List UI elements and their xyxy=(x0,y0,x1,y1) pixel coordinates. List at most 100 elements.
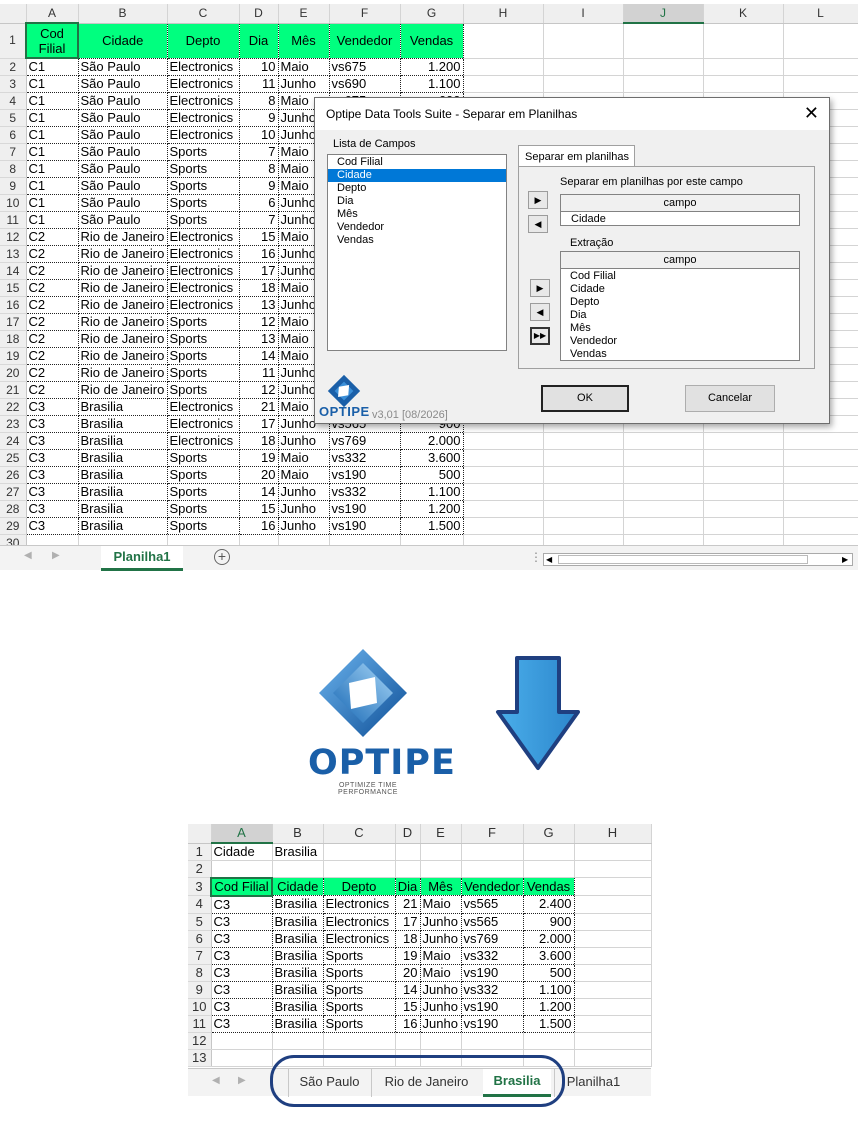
data-cell[interactable]: 8 xyxy=(238,92,279,110)
data-cell[interactable]: Brasilia xyxy=(271,929,324,948)
data-cell[interactable]: 1.200 xyxy=(522,997,575,1016)
data-cell[interactable]: Sports xyxy=(322,980,396,999)
header-cell-mes[interactable]: Mês xyxy=(277,22,330,59)
scrollbar-left-icon[interactable]: ◀ xyxy=(546,554,552,565)
data-cell[interactable]: Junho xyxy=(419,912,462,931)
column-header-c[interactable]: C xyxy=(167,4,240,24)
tab-splitter[interactable]: ⋮ xyxy=(530,550,542,564)
data-cell[interactable]: 3.600 xyxy=(522,946,575,965)
add-extract-field-button[interactable]: ▶ xyxy=(530,279,550,297)
data-cell[interactable]: C1 xyxy=(25,57,79,76)
empty-cell[interactable] xyxy=(463,466,544,484)
data-cell[interactable]: Junho xyxy=(419,929,462,948)
field-list-item[interactable]: Depto xyxy=(328,182,506,195)
data-cell[interactable]: Rio de Janeiro xyxy=(77,347,168,365)
data-cell[interactable]: Maio xyxy=(419,895,462,914)
empty-cell[interactable] xyxy=(523,843,575,861)
extract-list-item[interactable]: Vendas xyxy=(561,348,799,361)
empty-cell[interactable] xyxy=(623,58,704,76)
data-cell[interactable]: 1.100 xyxy=(522,980,575,999)
data-cell[interactable]: Electronics xyxy=(166,126,240,144)
data-cell[interactable]: C1 xyxy=(25,126,79,144)
empty-cell[interactable] xyxy=(783,75,858,93)
row-number[interactable]: 1 xyxy=(188,843,212,861)
data-cell[interactable]: Brasilia xyxy=(271,997,324,1016)
empty-cell[interactable] xyxy=(211,860,273,878)
column-header-f[interactable]: F xyxy=(461,824,524,844)
empty-cell[interactable] xyxy=(623,517,704,535)
empty-cell[interactable] xyxy=(463,432,544,450)
column-header-j[interactable]: J xyxy=(623,4,704,24)
header-cell-dia[interactable]: Dia xyxy=(238,22,279,59)
empty-cell[interactable] xyxy=(623,449,704,467)
empty-cell[interactable] xyxy=(272,860,324,878)
data-cell[interactable]: vs769 xyxy=(328,432,401,450)
empty-cell[interactable] xyxy=(623,432,704,450)
select-all-corner[interactable] xyxy=(0,4,27,24)
extract-list-item[interactable]: Depto xyxy=(561,296,799,309)
row-number[interactable]: 11 xyxy=(188,1015,212,1033)
column-header-d[interactable]: D xyxy=(395,824,421,844)
data-cell[interactable]: 21 xyxy=(238,398,279,416)
data-cell[interactable]: 9 xyxy=(238,109,279,127)
data-cell[interactable]: Junho xyxy=(419,1014,462,1033)
column-header-f[interactable]: F xyxy=(329,4,401,24)
header-cell-depto[interactable]: Depto xyxy=(166,22,240,59)
data-cell[interactable]: C3 xyxy=(210,997,273,1016)
row-number[interactable]: 6 xyxy=(0,126,27,144)
data-cell[interactable]: Sports xyxy=(166,364,240,382)
data-cell[interactable]: 1.100 xyxy=(399,483,464,501)
data-cell[interactable]: 12 xyxy=(238,313,279,331)
data-cell[interactable]: 8 xyxy=(238,160,279,178)
column-header-e[interactable]: E xyxy=(420,824,462,844)
data-cell[interactable]: Junho xyxy=(419,997,462,1016)
empty-cell[interactable] xyxy=(623,23,704,59)
data-cell[interactable]: C3 xyxy=(210,980,273,999)
data-cell[interactable]: Brasilia xyxy=(271,912,324,931)
column-header-h[interactable]: H xyxy=(463,4,544,24)
empty-cell[interactable] xyxy=(703,58,784,76)
horizontal-scrollbar[interactable]: ◀ ▶ xyxy=(543,553,853,566)
ok-button[interactable]: OK xyxy=(541,385,629,412)
row-number[interactable]: 4 xyxy=(0,92,27,110)
empty-cell[interactable] xyxy=(463,500,544,518)
data-cell[interactable]: C2 xyxy=(25,364,79,382)
data-cell[interactable]: 13 xyxy=(238,330,279,348)
row-number[interactable]: 26 xyxy=(0,466,27,484)
empty-cell[interactable] xyxy=(523,860,575,878)
data-cell[interactable]: Sports xyxy=(166,313,240,331)
empty-cell[interactable] xyxy=(574,998,652,1016)
data-cell[interactable]: Brasilia xyxy=(77,466,168,484)
data-cell[interactable]: Electronics xyxy=(322,929,396,948)
empty-cell[interactable] xyxy=(543,449,624,467)
data-cell[interactable]: 500 xyxy=(522,963,575,982)
empty-cell[interactable] xyxy=(783,432,858,450)
row-number[interactable]: 11 xyxy=(0,211,27,229)
row-number[interactable]: 3 xyxy=(0,75,27,93)
data-cell[interactable]: 14 xyxy=(394,980,421,999)
data-cell[interactable]: 15 xyxy=(238,500,279,518)
empty-cell[interactable] xyxy=(574,947,652,965)
row-number[interactable]: 14 xyxy=(0,262,27,280)
empty-cell[interactable] xyxy=(574,1015,652,1033)
data-cell[interactable]: C1 xyxy=(25,211,79,229)
data-cell[interactable]: C2 xyxy=(25,279,79,297)
empty-cell[interactable] xyxy=(574,1032,652,1050)
empty-cell[interactable] xyxy=(703,517,784,535)
row-number[interactable]: 22 xyxy=(0,398,27,416)
row-number[interactable]: 12 xyxy=(188,1032,212,1050)
data-cell[interactable]: Brasilia xyxy=(271,895,324,914)
data-cell[interactable]: C1 xyxy=(25,75,79,93)
row-number[interactable]: 6 xyxy=(188,930,212,948)
empty-cell[interactable] xyxy=(574,1049,652,1067)
data-cell[interactable]: Rio de Janeiro xyxy=(77,279,168,297)
data-cell[interactable]: 1.500 xyxy=(399,517,464,535)
data-cell[interactable]: vs190 xyxy=(460,997,524,1016)
data-cell[interactable]: 18 xyxy=(238,279,279,297)
header-cell-dia[interactable]: Dia xyxy=(394,877,421,896)
data-cell[interactable]: Sports xyxy=(166,466,240,484)
data-cell[interactable]: Sports xyxy=(166,449,240,467)
data-cell[interactable]: São Paulo xyxy=(77,194,168,212)
empty-cell[interactable] xyxy=(783,466,858,484)
data-cell[interactable]: 6 xyxy=(238,194,279,212)
